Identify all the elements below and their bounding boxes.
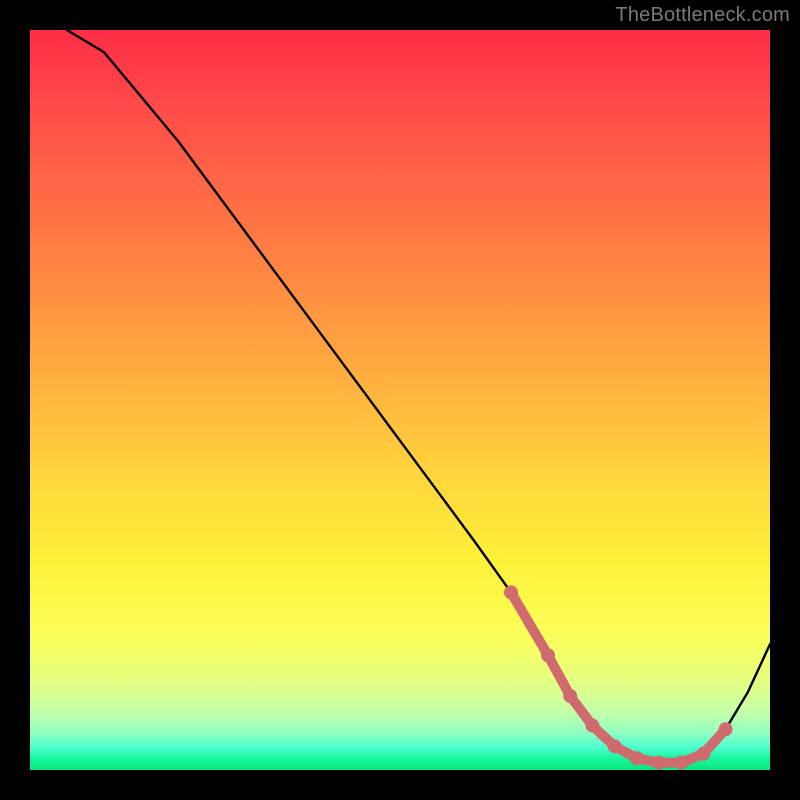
chart-svg	[30, 30, 770, 770]
watermark-text: TheBottleneck.com	[615, 4, 790, 27]
chart-frame: TheBottleneck.com	[0, 0, 800, 800]
highlight-segment	[504, 585, 733, 769]
curve-line	[67, 30, 770, 763]
